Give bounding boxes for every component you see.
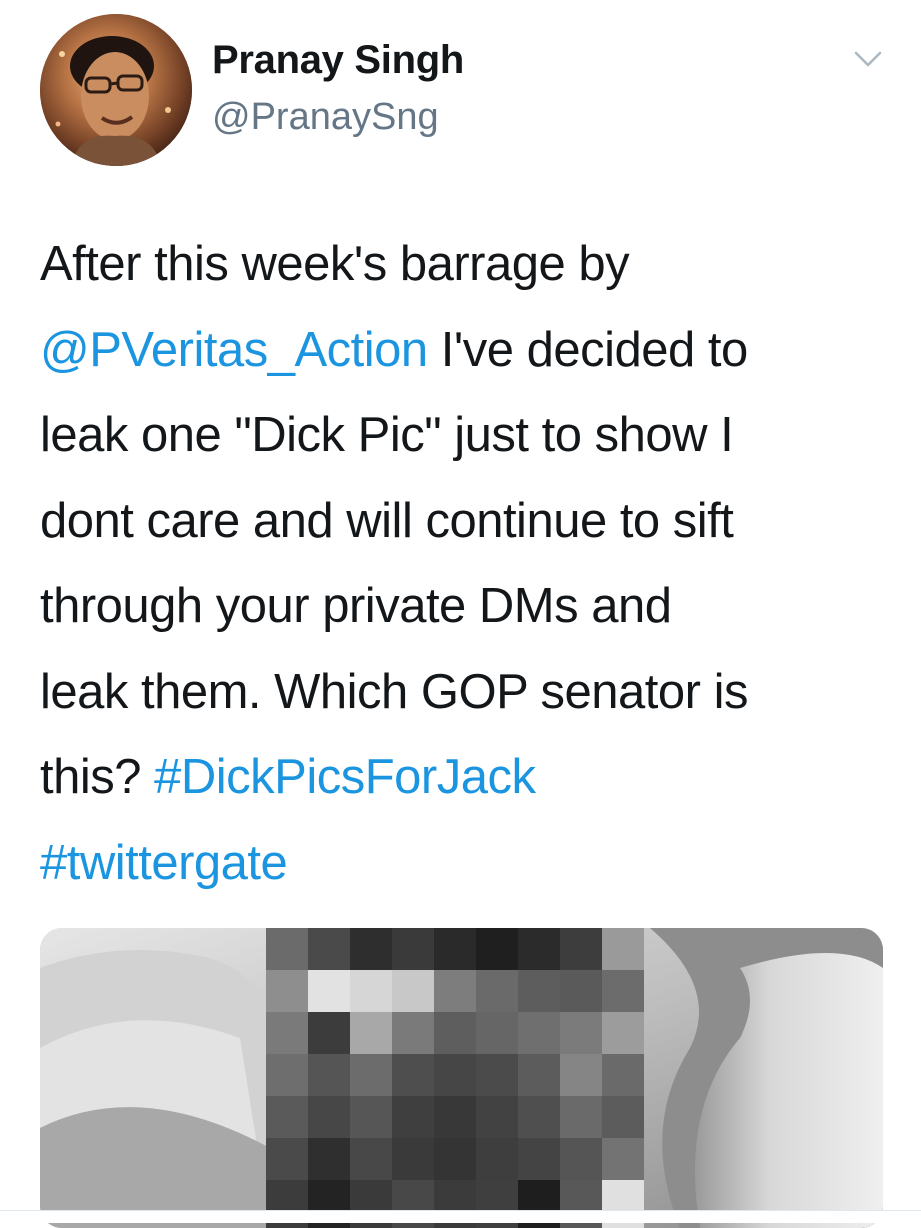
tweet-text-segment: I've decided to [427, 322, 748, 377]
tweet-text-segment: leak them. Which GOP senator is [40, 664, 749, 719]
tweet-text-line: #twittergate [40, 821, 900, 907]
author-display-name[interactable]: Pranay Singh [212, 38, 464, 83]
tweet-text-line: this? #DickPicsForJack [40, 735, 900, 821]
hashtag-link[interactable]: #DickPicsForJack [154, 750, 536, 804]
divider [0, 1210, 921, 1223]
tweet-text-line: After this week's barrage by [40, 222, 900, 308]
tweet-text-line: @PVeritas_Action I've decided to [40, 308, 900, 394]
mention-link[interactable]: @PVeritas_Action [40, 323, 428, 377]
pixelated-photo [40, 928, 883, 1228]
tweet-text-segment: this? [40, 750, 155, 804]
avatar[interactable] [40, 14, 192, 166]
chevron-down-icon[interactable] [848, 44, 888, 74]
tweet-text-segment: leak one "Dick Pic" just to show I [40, 408, 734, 462]
tweet-header: Pranay Singh @PranaySng [0, 0, 921, 190]
tweet-text-line: leak one "Dick Pic" just to show I [40, 393, 900, 479]
author-handle[interactable]: @PranaySng [212, 96, 439, 139]
tweet-text: After this week's barrage by @PVeritas_A… [40, 222, 900, 906]
tweet-media[interactable] [40, 928, 883, 1228]
tweet-text-line: leak them. Which GOP senator is [40, 650, 900, 736]
tweet-text-line: through your private DMs and [40, 564, 900, 650]
tweet-text-segment: through your private DMs and [40, 579, 672, 633]
tweet-text-segment: After this week's barrage by [40, 237, 630, 291]
hashtag-link[interactable]: #twittergate [40, 836, 288, 890]
avatar-photo [40, 14, 192, 166]
tweet-text-segment: dont care and will continue to sift [40, 493, 734, 548]
tweet-text-line: dont care and will continue to sift [40, 479, 900, 565]
